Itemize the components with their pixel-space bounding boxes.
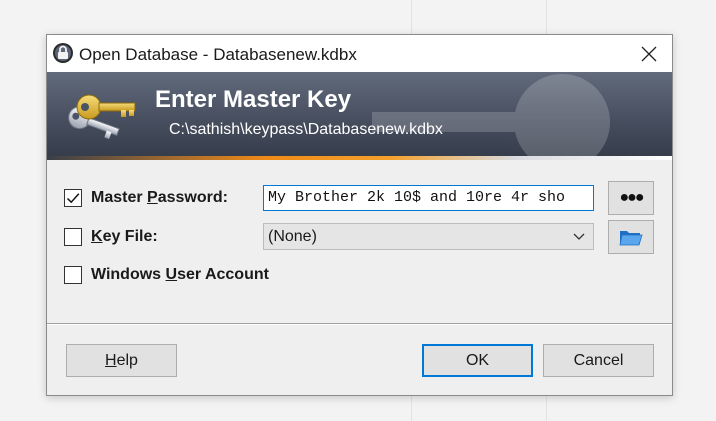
checkmark-icon — [66, 193, 80, 204]
header-banner: Enter Master Key C:\sathish\keypass\Data… — [47, 72, 672, 160]
database-path: C:\sathish\keypass\Databasenew.kdbx — [169, 121, 443, 138]
key-file-row: Key File: — [64, 225, 158, 249]
title-bar: Open Database - Databasenew.kdbx — [47, 35, 672, 72]
open-database-dialog: Open Database - Databasenew.kdbx Enter M… — [46, 34, 673, 396]
folder-icon — [619, 231, 643, 246]
help-button[interactable]: Help — [66, 344, 177, 377]
close-icon — [641, 46, 657, 61]
window-title: Open Database - Databasenew.kdbx — [79, 45, 357, 64]
master-password-row: Master Password: — [64, 186, 228, 210]
key-file-checkbox[interactable] — [64, 228, 82, 246]
key-file-selected-value: (None) — [268, 228, 317, 245]
chevron-down-icon — [573, 233, 585, 240]
master-password-label: Master Password: — [91, 189, 228, 206]
lock-icon — [53, 43, 73, 63]
key-file-select[interactable]: (None) — [263, 223, 594, 250]
close-button[interactable] — [626, 35, 672, 72]
windows-user-account-label: Windows User Account — [91, 266, 269, 283]
key-file-label: Key File: — [91, 228, 158, 245]
key-icon — [68, 94, 136, 139]
key-watermark-icon — [372, 74, 610, 160]
banner-accent-stripe — [47, 156, 672, 160]
ok-button[interactable]: OK — [422, 344, 533, 377]
show-password-toggle[interactable]: ●●● — [608, 181, 654, 215]
master-password-checkbox[interactable] — [64, 189, 82, 207]
cancel-button[interactable]: Cancel — [543, 344, 654, 377]
footer-separator — [47, 323, 672, 325]
banner-title: Enter Master Key — [155, 86, 352, 113]
windows-user-account-row: Windows User Account — [64, 263, 269, 287]
browse-key-file-button[interactable] — [608, 220, 654, 254]
windows-user-account-checkbox[interactable] — [64, 266, 82, 284]
master-password-input[interactable]: My Brother 2k 10$ and 10re 4r sho — [263, 185, 594, 211]
